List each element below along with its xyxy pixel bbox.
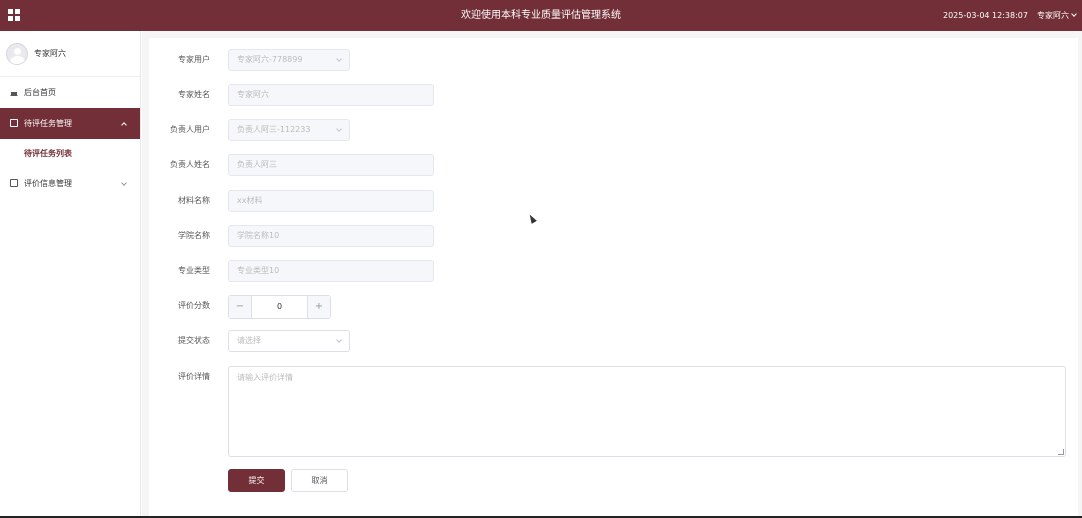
user-menu-label: 专家阿六	[1037, 11, 1069, 20]
sidebar-profile: 专家阿六	[0, 31, 140, 77]
sidebar-item-evaluation-info[interactable]: 评价信息管理	[0, 168, 140, 199]
owner-user-value: 负责人阿三-112233	[237, 125, 311, 134]
decrement-button[interactable]: −	[229, 296, 252, 318]
submit-status-select[interactable]: 请选择	[228, 330, 350, 352]
current-datetime: 2025-03-04 12:38:07	[943, 11, 1028, 20]
major-type-label: 专业类型	[178, 266, 210, 275]
expert-name-label: 专家姓名	[178, 90, 210, 99]
chevron-down-icon	[336, 126, 342, 132]
chevron-down-icon	[1071, 11, 1077, 17]
owner-name-label: 负责人姓名	[170, 160, 210, 169]
detail-placeholder: 请输入评价详情	[237, 373, 293, 382]
detail-label: 评价详情	[178, 372, 210, 381]
detail-textarea[interactable]: 请输入评价详情	[228, 366, 1066, 457]
score-stepper: − 0 +	[228, 295, 331, 319]
document-icon	[10, 119, 18, 127]
expert-name-field: 专家阿六	[228, 84, 434, 106]
submit-button[interactable]: 提交	[228, 469, 285, 492]
score-label: 评价分数	[178, 301, 210, 310]
college-name-field: 学院名称10	[228, 225, 434, 247]
sidebar-item-label: 待评任务管理	[24, 119, 72, 128]
major-type-field: 专业类型10	[228, 260, 434, 282]
user-menu[interactable]: 专家阿六	[1037, 0, 1077, 31]
increment-button[interactable]: +	[307, 296, 330, 318]
document-icon	[10, 179, 18, 187]
material-name-field: xx材料	[228, 190, 434, 212]
profile-name: 专家阿六	[34, 49, 66, 58]
sidebar-item-label: 后台首页	[24, 88, 56, 97]
expert-user-value: 专家阿六-778899	[237, 55, 303, 64]
sidebar-item-home[interactable]: 后台首页	[0, 77, 140, 108]
expert-user-select: 专家阿六-778899	[228, 49, 350, 71]
sidebar-item-label: 评价信息管理	[24, 179, 72, 188]
sidebar: 专家阿六 后台首页 待评任务管理 待评任务列表 评价信息管理	[0, 31, 141, 516]
college-name-label: 学院名称	[178, 231, 210, 240]
owner-name-field: 负责人阿三	[228, 154, 434, 176]
expert-user-label: 专家用户	[178, 55, 210, 64]
submit-status-placeholder: 请选择	[237, 336, 261, 345]
top-header: 欢迎使用本科专业质量评估管理系统 2025-03-04 12:38:07 专家阿…	[0, 0, 1082, 31]
resize-handle-icon[interactable]	[1058, 449, 1064, 455]
sidebar-subitem-task-list[interactable]: 待评任务列表	[0, 139, 140, 168]
chevron-up-icon	[121, 122, 127, 128]
chevron-down-icon	[121, 180, 127, 186]
home-icon-base	[11, 92, 17, 96]
score-input[interactable]: 0	[253, 296, 306, 318]
chevron-down-icon	[336, 337, 342, 343]
sidebar-item-pending-tasks[interactable]: 待评任务管理	[0, 108, 140, 139]
owner-user-select: 负责人阿三-112233	[228, 119, 350, 141]
material-name-label: 材料名称	[178, 196, 210, 205]
avatar	[6, 43, 28, 65]
submit-status-label: 提交状态	[178, 336, 210, 345]
owner-user-label: 负责人用户	[170, 125, 210, 134]
cancel-button[interactable]: 取消	[291, 469, 348, 492]
chevron-down-icon	[336, 56, 342, 62]
form-panel: 专家用户 专家阿六-778899 专家姓名 专家阿六 负责人用户 负责人阿三-1…	[149, 38, 1078, 516]
system-title: 欢迎使用本科专业质量评估管理系统	[461, 10, 621, 21]
